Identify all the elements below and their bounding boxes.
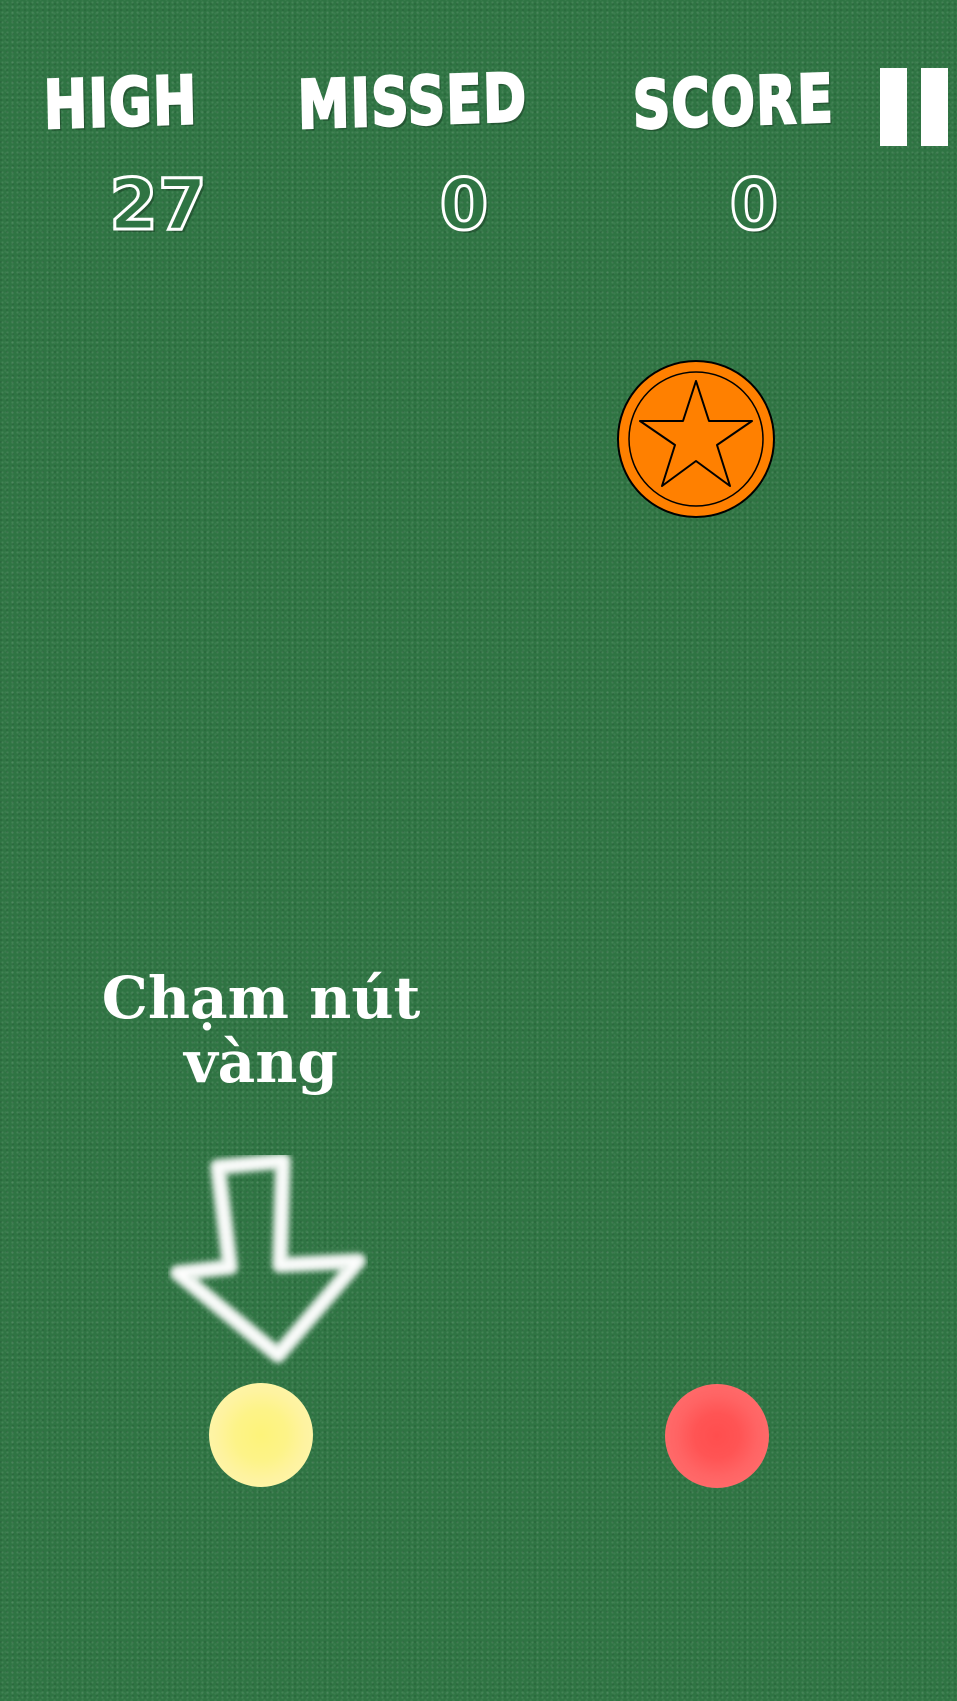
pause-bar-right [921, 68, 948, 146]
high-label: HIGH [42, 61, 241, 148]
hint-line-2: vàng [183, 1028, 338, 1096]
game-screen[interactable]: HIGH MISSED SCORE 27 0 0 Chạm nút vàng [0, 0, 957, 1701]
missed-label-text: MISSED [296, 58, 530, 145]
tutorial-hint: Chạm nút vàng [101, 966, 421, 1094]
score-value: 0 [728, 164, 780, 247]
score-label: SCORE [631, 59, 891, 148]
missed-label: MISSED [296, 58, 592, 148]
hint-line-1: Chạm nút [101, 964, 421, 1032]
pause-button[interactable] [880, 68, 950, 146]
falling-star-coin [616, 359, 776, 519]
yellow-tap-button[interactable] [209, 1383, 313, 1487]
star-coin-icon [617, 360, 775, 518]
high-label-text: HIGH [42, 61, 200, 146]
hint-arrow [168, 1153, 368, 1375]
down-arrow-icon [170, 1153, 366, 1363]
high-value: 27 [108, 164, 208, 247]
red-tap-button[interactable] [665, 1384, 769, 1488]
pause-icon [880, 68, 950, 146]
pause-bar-left [880, 68, 907, 146]
score-label-text: SCORE [631, 59, 836, 145]
missed-value: 0 [438, 164, 490, 247]
